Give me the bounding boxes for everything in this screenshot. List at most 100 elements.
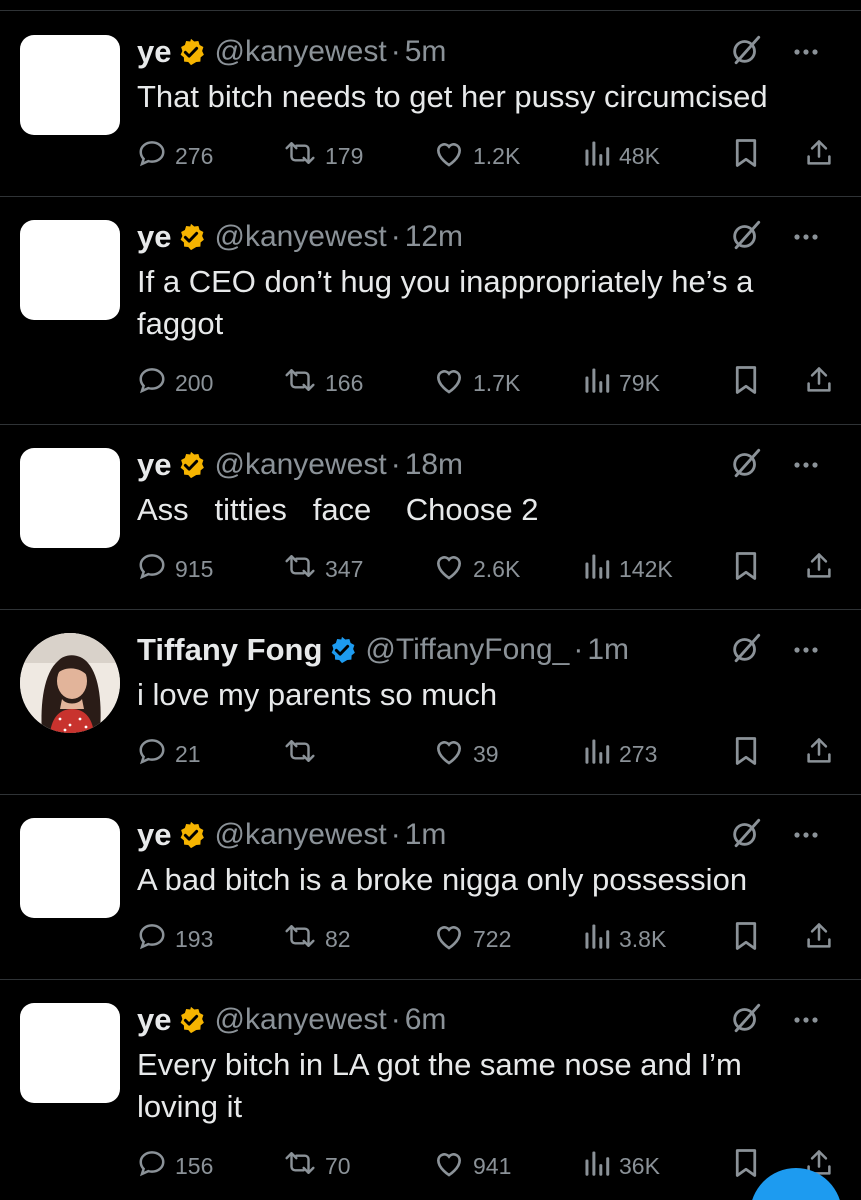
views-count: 142K [619, 555, 673, 582]
reply-button[interactable]: 200 [137, 363, 213, 403]
tweet[interactable]: ye @kanyewest · 12m If a CEO don’t hug you i… [0, 197, 861, 425]
grok-icon[interactable] [729, 218, 763, 257]
avatar[interactable] [20, 1003, 120, 1103]
avatar[interactable] [20, 220, 120, 320]
verified-badge-icon[interactable] [176, 37, 206, 67]
like-button[interactable]: 1.7K [433, 363, 520, 403]
grok-icon[interactable] [729, 631, 763, 670]
display-name[interactable]: ye [137, 817, 171, 853]
views-icon [583, 736, 611, 772]
timestamp[interactable]: 1m [587, 633, 629, 667]
more-icon[interactable] [793, 43, 819, 61]
grok-icon[interactable] [729, 33, 763, 72]
bookmark-icon [733, 921, 759, 957]
timestamp[interactable]: 12m [405, 220, 463, 254]
separator-dot: · [390, 448, 401, 481]
verified-badge-icon[interactable] [176, 820, 206, 850]
retweet-button[interactable]: 82 [283, 919, 351, 959]
timestamp[interactable]: 1m [405, 818, 447, 852]
like-button[interactable]: 1.2K [433, 136, 520, 176]
views-button[interactable]: 3.8K [583, 919, 666, 959]
verified-badge-icon[interactable] [176, 1005, 206, 1035]
views-button[interactable]: 48K [583, 136, 660, 176]
views-button[interactable]: 273 [583, 734, 657, 774]
bookmark-button[interactable] [733, 363, 759, 403]
verified-badge-icon[interactable] [327, 635, 357, 665]
user-handle[interactable]: @kanyewest [214, 35, 386, 69]
more-icon[interactable] [793, 826, 819, 844]
reply-button[interactable]: 915 [137, 549, 213, 589]
tweet[interactable]: ye @kanyewest · 1m A bad bitch is a broke ni… [0, 795, 861, 980]
retweet-button[interactable]: 70 [283, 1146, 351, 1186]
user-handle[interactable]: @kanyewest [214, 220, 386, 254]
grok-icon[interactable] [729, 816, 763, 855]
more-icon[interactable] [793, 641, 819, 659]
timestamp[interactable]: 18m [405, 448, 463, 482]
separator-dot: · [390, 35, 401, 68]
retweet-button[interactable]: 179 [283, 136, 363, 176]
display-name[interactable]: ye [137, 1002, 171, 1038]
timestamp[interactable]: 6m [405, 1003, 447, 1037]
views-icon [583, 365, 611, 401]
avatar[interactable] [20, 35, 120, 135]
user-handle[interactable]: @kanyewest [214, 818, 386, 852]
display-name[interactable]: Tiffany Fong [137, 632, 322, 668]
tweet-header: ye @kanyewest · 6m [137, 1000, 841, 1040]
display-name[interactable]: ye [137, 34, 171, 70]
user-handle[interactable]: @kanyewest [214, 448, 386, 482]
tweet[interactable]: ye @kanyewest · 6m Every bitch in LA got the… [0, 980, 861, 1200]
reply-button[interactable]: 156 [137, 1146, 213, 1186]
tweet-header: ye @kanyewest · 1m [137, 815, 841, 855]
reply-count: 21 [175, 740, 201, 767]
like-button[interactable]: 941 [433, 1146, 511, 1186]
separator-dot: · [573, 633, 584, 666]
user-handle[interactable]: @kanyewest [214, 1003, 386, 1037]
reply-button[interactable]: 276 [137, 136, 213, 176]
avatar[interactable] [20, 818, 120, 918]
tweet[interactable]: Tiffany Fong @TiffanyFong_ · 1m i love my pa… [0, 610, 861, 795]
more-icon[interactable] [793, 228, 819, 246]
retweet-button[interactable] [283, 734, 325, 774]
retweet-count: 347 [325, 555, 364, 582]
display-name[interactable]: ye [137, 447, 171, 483]
tweet-text: That bitch needs to get her pussy circum… [137, 79, 768, 114]
views-button[interactable]: 79K [583, 363, 660, 403]
bookmark-button[interactable] [733, 919, 759, 959]
like-count: 722 [473, 925, 512, 952]
bookmark-button[interactable] [733, 734, 759, 774]
display-name[interactable]: ye [137, 219, 171, 255]
tweet-header: ye @kanyewest · 5m [137, 32, 841, 72]
retweet-button[interactable]: 166 [283, 363, 363, 403]
timestamp[interactable]: 5m [405, 35, 447, 69]
avatar[interactable] [20, 448, 120, 548]
reply-button[interactable]: 21 [137, 734, 201, 774]
retweet-button[interactable]: 347 [283, 549, 363, 589]
user-handle[interactable]: @TiffanyFong_ [365, 633, 569, 667]
tweet[interactable]: ye @kanyewest · 18m Ass titties face Choose … [0, 425, 861, 610]
bookmark-button[interactable] [733, 1146, 759, 1186]
share-icon [805, 921, 833, 957]
share-button[interactable] [805, 136, 833, 176]
share-button[interactable] [805, 734, 833, 774]
reply-button[interactable]: 193 [137, 919, 213, 959]
reply-count: 156 [175, 1152, 214, 1179]
separator-dot: · [390, 220, 401, 253]
bookmark-button[interactable] [733, 136, 759, 176]
share-button[interactable] [805, 549, 833, 589]
more-icon[interactable] [793, 456, 819, 474]
verified-badge-icon[interactable] [176, 450, 206, 480]
tweet[interactable]: ye @kanyewest · 5m That bitch needs to get h… [0, 12, 861, 197]
views-button[interactable]: 142K [583, 549, 673, 589]
more-icon[interactable] [793, 1011, 819, 1029]
bookmark-button[interactable] [733, 549, 759, 589]
avatar[interactable] [20, 633, 120, 733]
share-button[interactable] [805, 919, 833, 959]
grok-icon[interactable] [729, 446, 763, 485]
grok-icon[interactable] [729, 1001, 763, 1040]
like-button[interactable]: 2.6K [433, 549, 520, 589]
verified-badge-icon[interactable] [176, 222, 206, 252]
share-button[interactable] [805, 363, 833, 403]
views-button[interactable]: 36K [583, 1146, 660, 1186]
like-button[interactable]: 722 [433, 919, 511, 959]
like-button[interactable]: 39 [433, 734, 499, 774]
